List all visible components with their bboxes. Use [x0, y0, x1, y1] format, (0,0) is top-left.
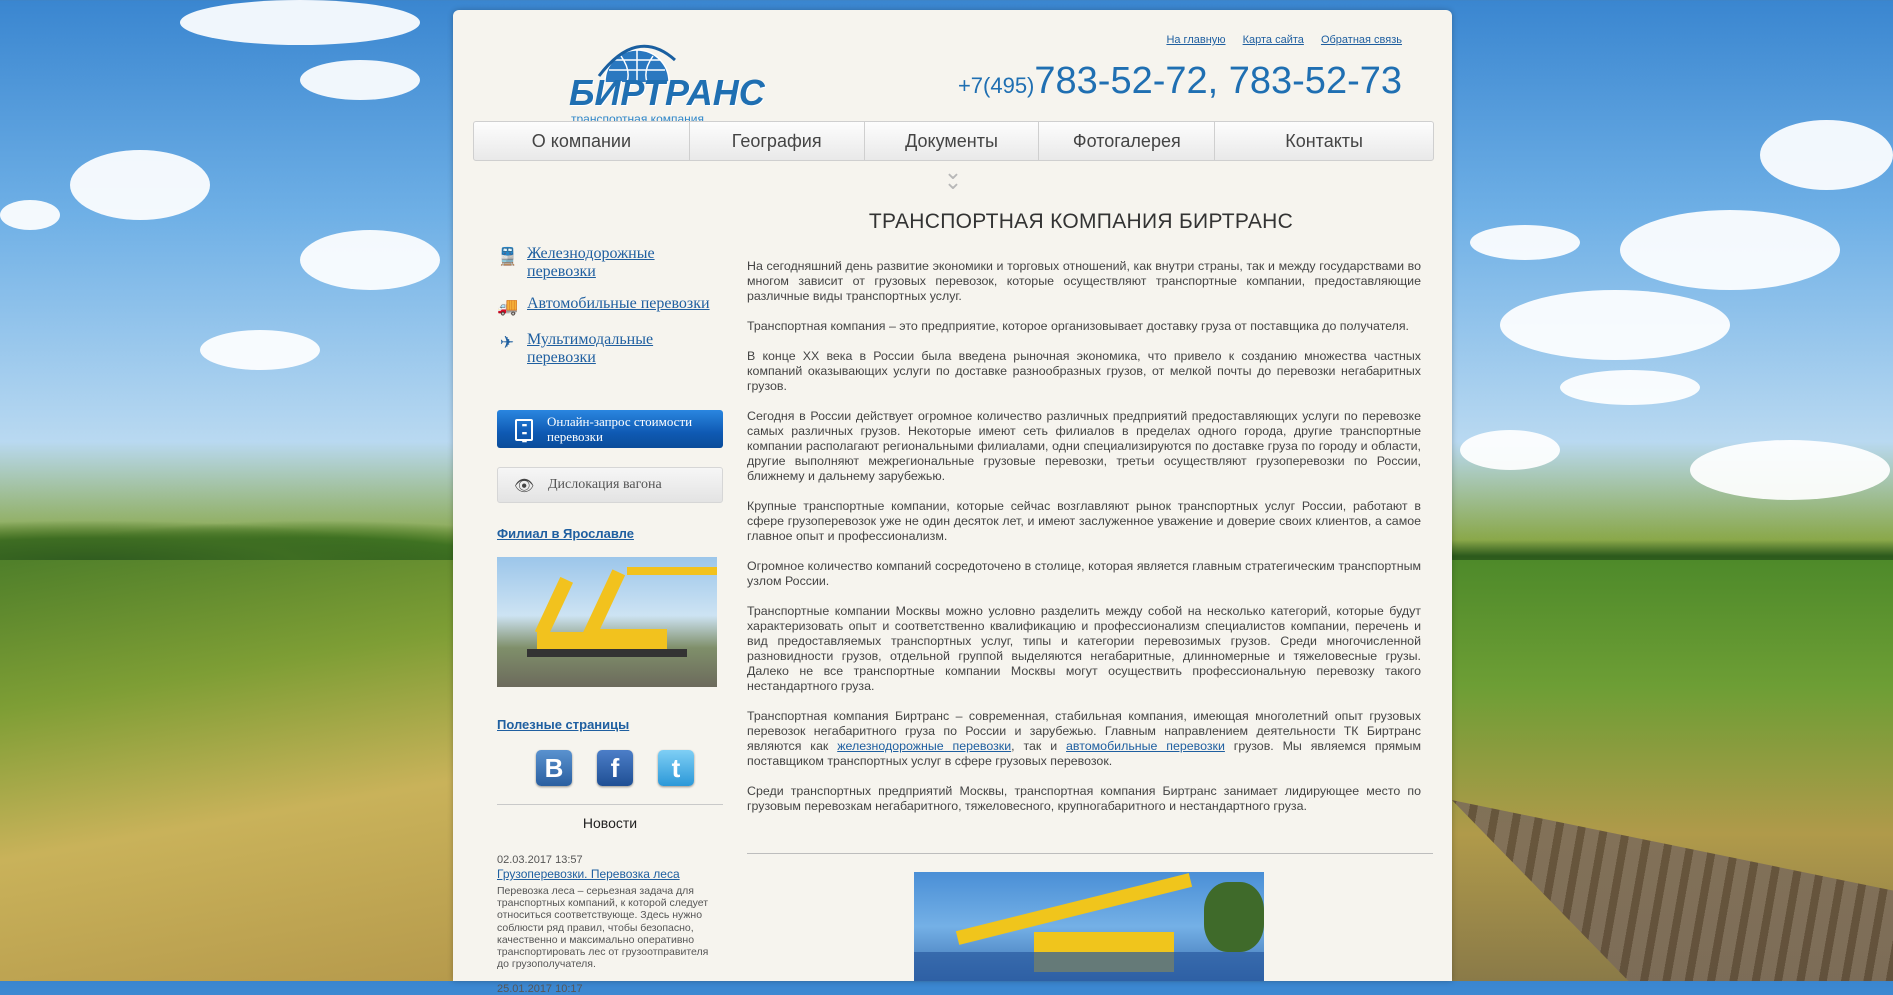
- content-paragraph: Среди транспортных предприятий Москвы, т…: [747, 784, 1421, 813]
- double-chevron-down-icon: ⌄ ⌄: [943, 159, 963, 194]
- rail-transport-inline-link[interactable]: железнодорожные перевозки: [837, 739, 1011, 753]
- service-item-multimodal: ✈ Мультимодальные перевозки: [497, 331, 723, 367]
- nav-item-geography[interactable]: География: [690, 122, 865, 160]
- rail-transport-link[interactable]: Железнодорожные перевозки: [527, 245, 677, 281]
- nav-item-gallery[interactable]: Фотогалерея: [1039, 122, 1216, 160]
- truck-icon: 🚚: [497, 297, 519, 316]
- content-paragraph: На сегодняшний день развитие экономики и…: [747, 259, 1421, 303]
- crane-photo[interactable]: [914, 872, 1264, 981]
- wagon-location-label: Дислокация вагона: [548, 477, 662, 492]
- multimodal-transport-link[interactable]: Мультимодальные перевозки: [527, 331, 667, 367]
- phone-number: +7(495)783-52-72, 783-52-73: [958, 60, 1402, 103]
- content-paragraph: Транспортная компания – это предприятие,…: [747, 319, 1410, 333]
- top-links: На главную Карта сайта Обратная связь: [1152, 34, 1402, 46]
- background-field: [0, 560, 454, 981]
- twitter-icon[interactable]: t: [658, 750, 694, 786]
- news-date: 02.03.2017 13:57: [497, 854, 583, 866]
- content-divider: [747, 853, 1433, 854]
- nav-item-contacts[interactable]: Контакты: [1215, 122, 1433, 160]
- nav-item-about[interactable]: О компании: [474, 122, 690, 160]
- main-nav: О компании География Документы Фотогалер…: [473, 121, 1434, 161]
- content-paragraph: Сегодня в России действует огромное коли…: [747, 409, 1421, 483]
- branch-photo[interactable]: [497, 557, 717, 687]
- online-request-label: Онлайн-запрос стоимости перевозки: [547, 414, 693, 444]
- content-paragraph: Крупные транспортные компании, которые с…: [747, 499, 1421, 543]
- divider: [497, 804, 723, 805]
- auto-transport-link[interactable]: Автомобильные перевозки: [527, 295, 723, 313]
- news-title-link[interactable]: Грузоперевозки. Перевозка леса: [497, 867, 680, 881]
- content-paragraph: В конце XX века в России была введена ры…: [747, 349, 1421, 393]
- auto-transport-inline-link[interactable]: автомобильные перевозки: [1066, 739, 1225, 753]
- news-date: 25.01.2017 10:17: [497, 983, 583, 995]
- useful-pages-link[interactable]: Полезные страницы: [497, 717, 629, 732]
- home-link[interactable]: На главную: [1166, 34, 1225, 46]
- content-paragraph: Транспортные компании Москвы можно услов…: [747, 604, 1421, 693]
- vk-icon[interactable]: B: [536, 750, 572, 786]
- service-item-auto: 🚚 Автомобильные перевозки: [497, 295, 723, 316]
- branch-yaroslavl-link[interactable]: Филиал в Ярославле: [497, 526, 634, 541]
- wagon-location-button[interactable]: 👁 Дислокация вагона: [497, 467, 723, 503]
- news-heading: Новости: [582, 815, 638, 831]
- feedback-link[interactable]: Обратная связь: [1321, 34, 1402, 46]
- airplane-icon: ✈: [499, 333, 515, 352]
- logo-brand-text: БИРТРАНС: [569, 72, 765, 113]
- phone-digits: 783-52-72, 783-52-73: [1034, 60, 1402, 102]
- phone-code: +7(495): [957, 73, 1035, 98]
- train-icon: 🚆: [497, 247, 519, 266]
- sidebar: 🚆 Железнодорожные перевозки 🚚 Автомобиль…: [497, 245, 723, 995]
- content-paragraph: Огромное количество компаний сосредоточе…: [747, 559, 1421, 588]
- news-excerpt: Перевозка леса – серьезная задача для тр…: [497, 885, 709, 971]
- sitemap-link[interactable]: Карта сайта: [1243, 34, 1304, 46]
- eye-icon: 👁: [514, 478, 535, 495]
- page-title: ТРАНСПОРТНАЯ КОМПАНИЯ БИРТРАНС: [868, 210, 1294, 233]
- service-item-rail: 🚆 Железнодорожные перевозки: [497, 245, 723, 281]
- nav-item-documents[interactable]: Документы: [865, 122, 1040, 160]
- main-content: На сегодняшний день развитие экономики и…: [747, 259, 1421, 829]
- facebook-icon[interactable]: f: [597, 750, 633, 786]
- calculator-icon: ▪▪ ▪▪ ▪▪: [515, 419, 533, 446]
- content-paragraph: Транспортная компания Биртранс – совреме…: [747, 709, 1421, 769]
- paragraph-text: , так и: [1011, 739, 1067, 753]
- site-logo[interactable]: БИРТРАНС транспортная компания: [569, 30, 765, 126]
- online-request-button[interactable]: ▪▪ ▪▪ ▪▪ Онлайн-запрос стоимости перевозки: [497, 410, 723, 448]
- page-container: БИРТРАНС транспортная компания На главну…: [453, 10, 1452, 995]
